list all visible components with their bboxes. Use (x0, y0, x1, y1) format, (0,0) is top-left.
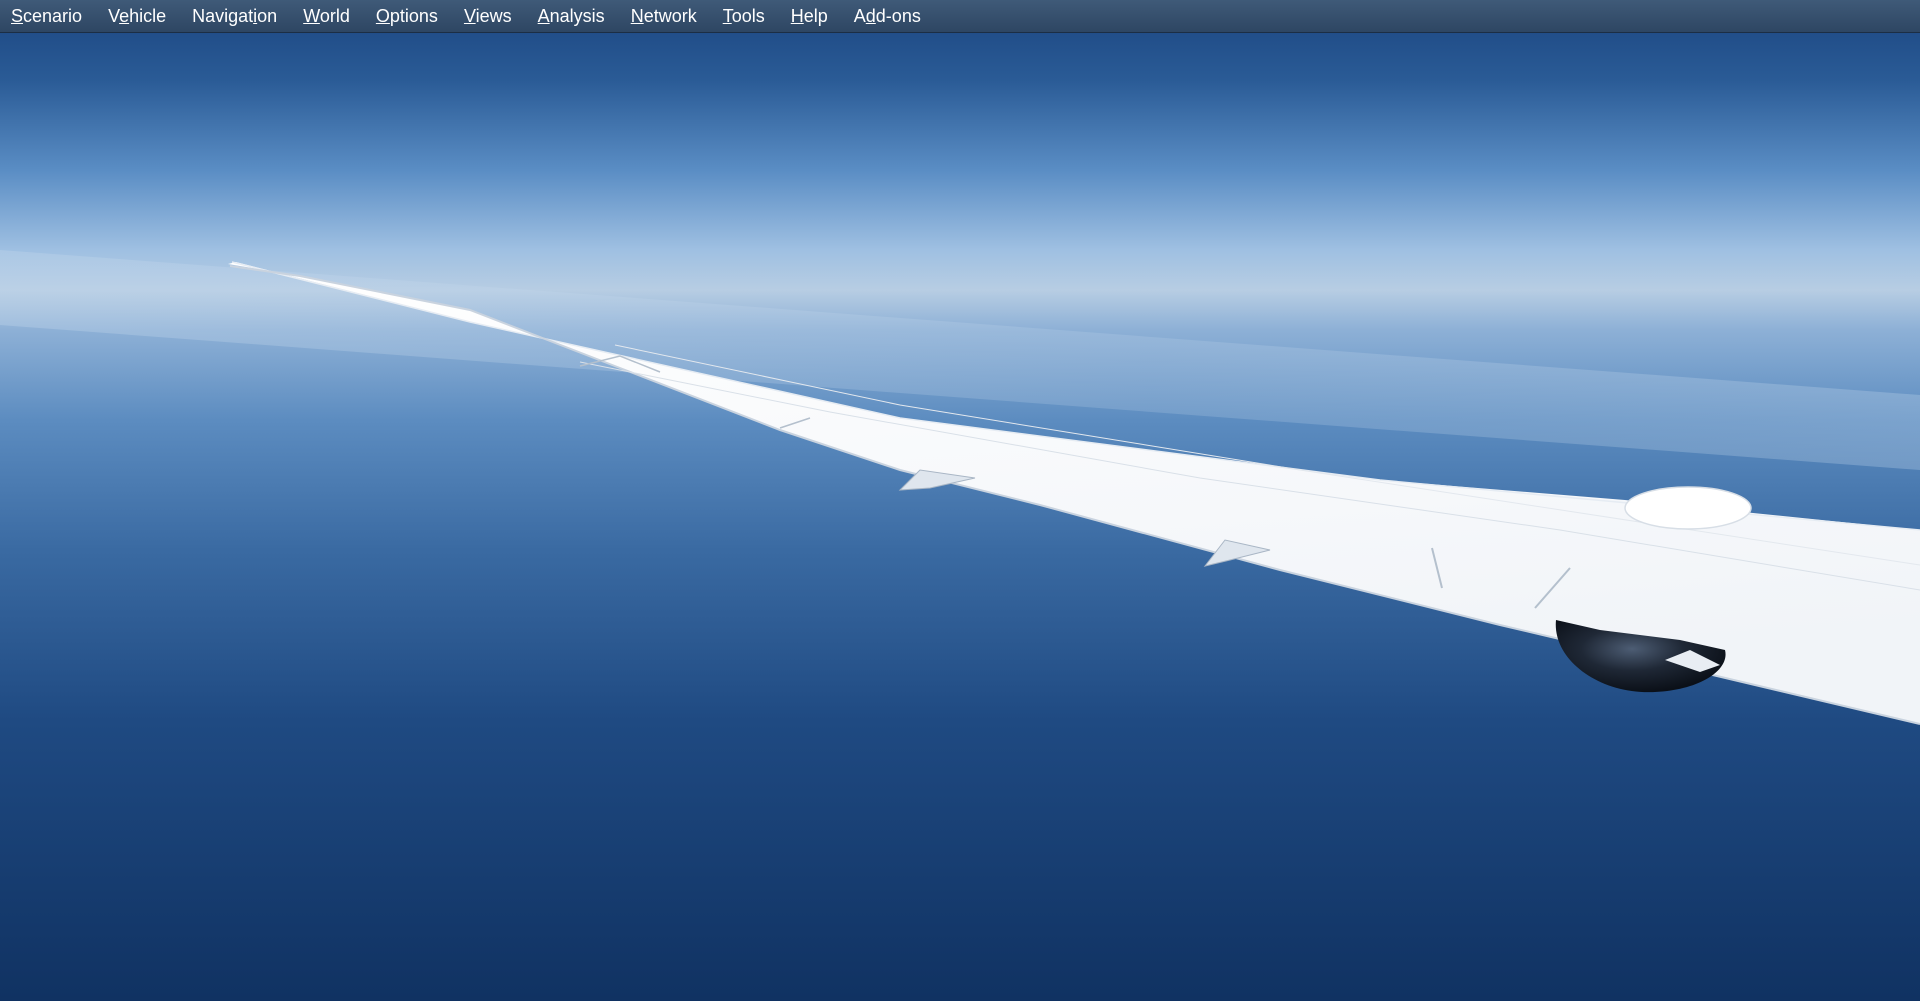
menu-world[interactable]: World (295, 0, 358, 33)
menu-help[interactable]: Help (783, 0, 836, 33)
menu-analysis[interactable]: Analysis (530, 0, 613, 33)
menu-views[interactable]: Views (456, 0, 520, 33)
3d-viewport[interactable] (0, 0, 1920, 1001)
menu-tools[interactable]: Tools (715, 0, 773, 33)
scene-render (0, 0, 1920, 1001)
menu-add-ons[interactable]: Add-ons (846, 0, 929, 33)
menu-navigation[interactable]: Navigation (184, 0, 285, 33)
menu-scenario[interactable]: Scenario (3, 0, 90, 33)
menu-options[interactable]: Options (368, 0, 446, 33)
simulator-window: Scenario Vehicle Navigation World Options Vie… (0, 0, 1920, 1001)
menu-network[interactable]: Network (623, 0, 705, 33)
menu-bar: Scenario Vehicle Navigation World Options Vie… (0, 0, 1920, 33)
menu-vehicle[interactable]: Vehicle (100, 0, 174, 33)
